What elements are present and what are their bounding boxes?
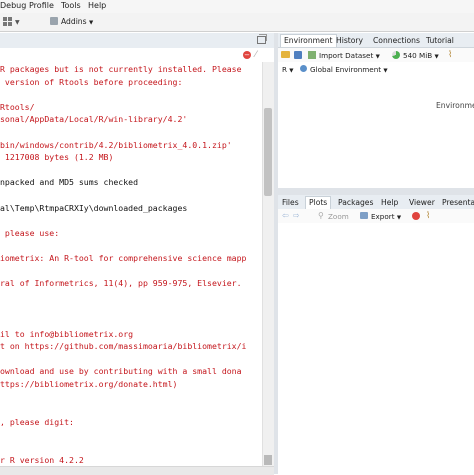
console-output[interactable]: R packages but is not currently installe…	[0, 62, 262, 466]
console-line: R packages but is not currently installe…	[0, 64, 242, 74]
open-icon[interactable]	[281, 51, 290, 58]
chevron-down-icon: ▼	[375, 54, 380, 60]
console-line: ral of Informetrics, 11(4), pp 959-975, …	[0, 278, 242, 289]
addins-menu[interactable]: Addins ▼	[61, 17, 93, 26]
console-line: version of Rtools before proceeding:	[0, 76, 183, 87]
console-line: il to info@bibliometrix.org	[0, 328, 134, 339]
console-line: ownload and use by contributing with a s…	[0, 366, 242, 377]
console-scroll-thumb[interactable]	[264, 108, 272, 196]
console-header	[0, 33, 274, 49]
menu-debug[interactable]: Debug	[0, 1, 26, 10]
export-icon	[360, 212, 368, 219]
tab-history[interactable]: History	[336, 36, 363, 45]
global-environment-select[interactable]: Global Environment ▼	[310, 65, 388, 74]
import-icon[interactable]	[308, 51, 316, 59]
clear-console-icon[interactable]: ⁄	[255, 50, 257, 60]
tab-environment[interactable]: Environment	[280, 34, 337, 47]
restore-icon[interactable]	[259, 34, 267, 41]
memory-usage[interactable]: 540 MiB ▼	[403, 51, 439, 60]
console-line: npacked and MD5 sums checked	[0, 177, 139, 188]
environment-empty-text: Environme	[436, 101, 474, 110]
addins-label: Addins	[61, 17, 87, 26]
language-select[interactable]: R ▼	[282, 65, 294, 74]
broom-icon[interactable]: ⌇	[448, 50, 452, 60]
tab-viewer[interactable]: Viewer	[409, 198, 435, 207]
chevron-down-icon: ▼	[396, 215, 402, 221]
console-line: Rtools/	[0, 101, 35, 112]
console-line: iometrix: An R-tool for comprehensive sc…	[0, 253, 247, 263]
main-toolbar: ▼ Addins ▼	[0, 13, 474, 32]
import-dataset-label: Import Dataset	[319, 51, 374, 60]
zoom-button[interactable]: Zoom	[328, 212, 349, 221]
chevron-down-icon[interactable]: ▼	[15, 19, 20, 26]
tab-help[interactable]: Help	[381, 198, 398, 207]
console-line: ttps://bibliometrix.org/donate.html)	[0, 379, 178, 389]
memory-icon[interactable]	[392, 51, 400, 59]
environment-toolbar: Import Dataset ▼ 540 MiB ▼ ⌇	[278, 48, 474, 63]
memory-label: 540 MiB	[403, 51, 433, 60]
tab-connections[interactable]: Connections	[373, 36, 420, 45]
console-toolbar: − ⁄	[0, 48, 274, 63]
tab-packages[interactable]: Packages	[338, 198, 373, 207]
menu-tools[interactable]: Tools	[61, 1, 81, 10]
export-menu[interactable]: Export ▼	[371, 212, 401, 221]
scope-label: Global Environment	[310, 65, 382, 74]
tab-files[interactable]: Files	[282, 198, 299, 207]
tab-tutorial[interactable]: Tutorial	[426, 36, 454, 45]
chevron-down-icon: ▼	[289, 68, 294, 74]
menu-help[interactable]: Help	[88, 1, 106, 10]
horizontal-splitter[interactable]	[278, 188, 474, 195]
environment-scope-bar: R ▼ Global Environment ▼	[278, 62, 474, 77]
tab-presentation[interactable]: Presentat	[442, 198, 474, 207]
addins-icon[interactable]	[50, 17, 58, 25]
globe-icon	[300, 65, 307, 72]
plots-toolbar: ⇦ ⇨ ⚲ Zoom Export ▼ ⌇	[278, 209, 474, 224]
menu-bar: Debug Profile Tools Help	[0, 0, 474, 13]
forward-arrow-icon[interactable]: ⇨	[293, 211, 300, 220]
console-line: t on https://github.com/massimoaria/bibl…	[0, 341, 247, 352]
stop-icon[interactable]: −	[243, 51, 251, 59]
clear-plots-icon[interactable]: ⌇	[426, 211, 430, 221]
console-line: bin/windows/contrib/4.2/bibliometrix_4.0…	[0, 139, 232, 150]
back-arrow-icon[interactable]: ⇦	[282, 211, 289, 220]
console-scroll-arrow[interactable]	[264, 455, 272, 465]
plots-viewer	[278, 223, 474, 474]
menu-profile[interactable]: Profile	[29, 1, 54, 10]
console-line: r R version 4.2.2	[0, 454, 84, 465]
chevron-down-icon: ▼	[89, 20, 94, 26]
chevron-down-icon: ▼	[383, 68, 388, 74]
console-line: , please digit:	[0, 416, 74, 427]
grid-icon[interactable]	[3, 17, 12, 26]
environment-body: Environme	[278, 76, 474, 188]
console-line: please use:	[0, 227, 60, 238]
console-line: sonal/AppData/Local/R/win-library/4.2'	[0, 114, 188, 125]
environment-pane-tabs: Environment History Connections Tutorial	[278, 33, 474, 48]
language-label: R	[282, 65, 287, 74]
tab-plots[interactable]: Plots	[305, 196, 332, 209]
remove-plot-icon[interactable]	[412, 212, 420, 220]
chevron-down-icon: ▼	[434, 54, 439, 60]
import-dataset-button[interactable]: Import Dataset ▼	[319, 51, 380, 60]
files-pane-tabs: Files Plots Packages Help Viewer Present…	[278, 195, 474, 210]
zoom-icon: ⚲	[318, 211, 324, 220]
save-icon[interactable]	[294, 51, 302, 59]
console-line: 1217008 bytes (1.2 MB)	[0, 152, 114, 163]
console-line: al\Temp\RtmpaCRXIy\downloaded_packages	[0, 202, 188, 213]
export-label: Export	[371, 212, 395, 221]
